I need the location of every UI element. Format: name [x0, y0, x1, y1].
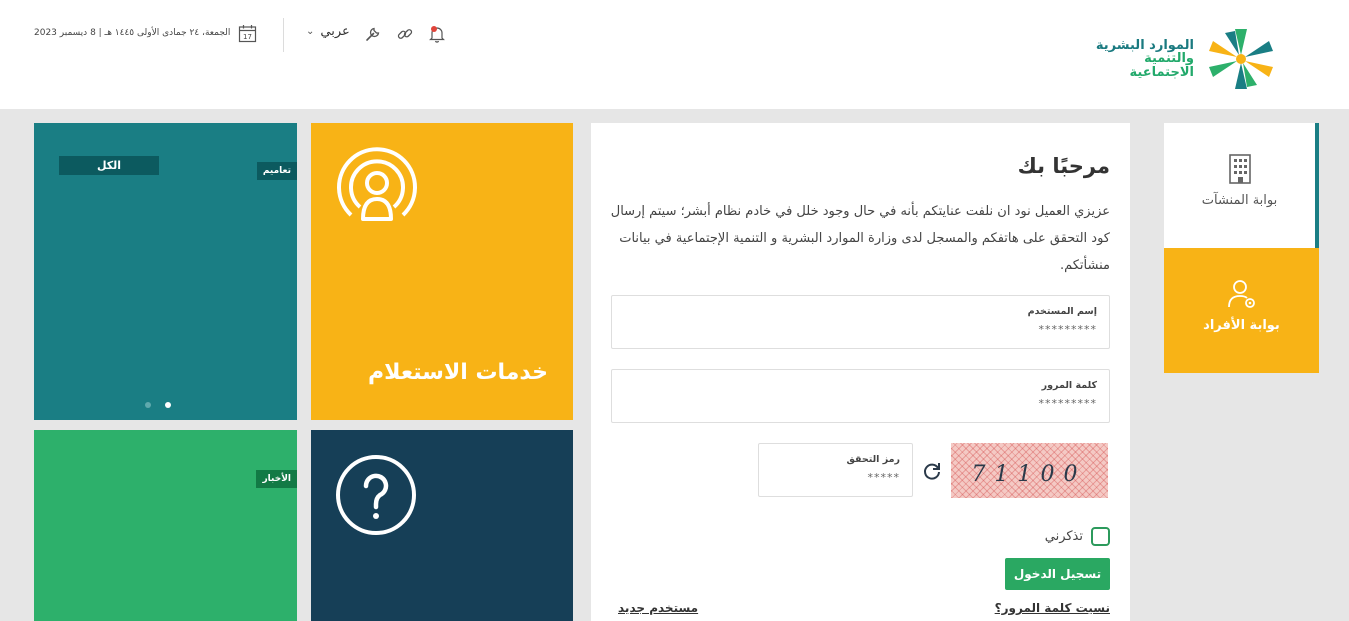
username-value[interactable]: ********* [1039, 323, 1098, 336]
individuals-portal-label: بوابة الأفراد [1203, 318, 1280, 333]
header-divider [283, 18, 284, 52]
user-settings-icon [1227, 278, 1257, 310]
calendar-day: 17 [243, 33, 252, 41]
language-label: عربي [320, 24, 350, 39]
carousel-dot[interactable] [145, 402, 151, 408]
inquiry-services-title: خدمات الاستعلام [368, 360, 548, 385]
captcha-text: 71100 [972, 462, 1087, 487]
link-icon[interactable] [396, 25, 414, 43]
logo-text: الموارد البشرية والتنمية الاجتماعية [1078, 37, 1194, 80]
language-selector[interactable]: ⌄ عربي [306, 24, 350, 39]
establishments-portal-label: بوابة المنشآت [1201, 193, 1278, 208]
wrench-icon[interactable] [364, 25, 382, 43]
password-value[interactable]: ********* [1039, 397, 1098, 410]
top-header: الجمعة، ٢٤ جمادى الأولى ١٤٤٥ هـ | 8 ديسم… [0, 0, 1349, 109]
logo-line-1: الموارد البشرية [1095, 37, 1194, 53]
new-user-link[interactable]: مستخدم جديد [618, 601, 698, 615]
remember-me-label: تذكرني [1044, 529, 1083, 544]
circulars-badge[interactable]: تعاميم [256, 162, 297, 180]
individuals-portal-tab[interactable]: بوابة الأفراد [1164, 248, 1319, 373]
login-button[interactable]: تسجيل الدخول [1005, 558, 1110, 590]
tab-all[interactable]: الكل [59, 156, 159, 175]
date-display: الجمعة، ٢٤ جمادى الأولى ١٤٤٥ هـ | 8 ديسم… [34, 20, 257, 46]
login-panel: مرحبًا بك عزيزي العميل نود ان نلفت عنايت… [591, 123, 1130, 621]
carousel-dots [145, 402, 171, 408]
logo-line-2: والتنمية الاجتماعية [1129, 51, 1194, 80]
captcha-value[interactable]: ***** [868, 471, 901, 484]
news-badge[interactable]: الأخبار [256, 470, 297, 488]
remember-me-checkbox[interactable] [1091, 527, 1110, 546]
logo-mark-icon [1202, 26, 1280, 92]
help-tile[interactable] [311, 430, 573, 621]
date-text: الجمعة، ٢٤ جمادى الأولى ١٤٤٥ هـ | 8 ديسم… [34, 28, 231, 38]
captcha-field[interactable]: رمز التحقق ***** [758, 443, 913, 497]
refresh-captcha-icon[interactable] [921, 460, 943, 482]
remember-me: تذكرني [1045, 527, 1110, 546]
captcha-label: رمز التحقق [846, 454, 900, 465]
captcha-image: 71100 [951, 443, 1108, 498]
calendar-icon: 17 [238, 24, 257, 43]
news-tile[interactable]: الكل تعاميم [34, 123, 297, 420]
login-title: مرحبًا بك [1017, 154, 1110, 178]
news-tile-2[interactable]: الأخبار [34, 430, 297, 621]
username-field[interactable]: إسم المستخدم ********* [611, 295, 1110, 349]
password-field[interactable]: كلمة المرور ********* [611, 369, 1110, 423]
username-label: إسم المستخدم [1027, 306, 1097, 317]
ministry-logo[interactable]: الموارد البشرية والتنمية الاجتماعية [1078, 26, 1280, 92]
establishments-portal-tab[interactable]: بوابة المنشآت [1164, 123, 1319, 248]
login-intro-text: عزيزي العميل نود ان نلفت عنايتكم بأنه في… [610, 204, 1110, 273]
bell-icon[interactable] [428, 25, 446, 43]
building-icon [1225, 153, 1255, 185]
chevron-down-icon: ⌄ [306, 26, 315, 37]
inquiry-person-icon [335, 145, 419, 233]
question-icon [335, 454, 417, 536]
forgot-password-link[interactable]: نسيت كلمة المرور؟ [995, 601, 1110, 615]
carousel-dot-active[interactable] [165, 402, 171, 408]
password-label: كلمة المرور [1041, 380, 1097, 391]
inquiry-services-tile[interactable]: خدمات الاستعلام [311, 123, 573, 420]
